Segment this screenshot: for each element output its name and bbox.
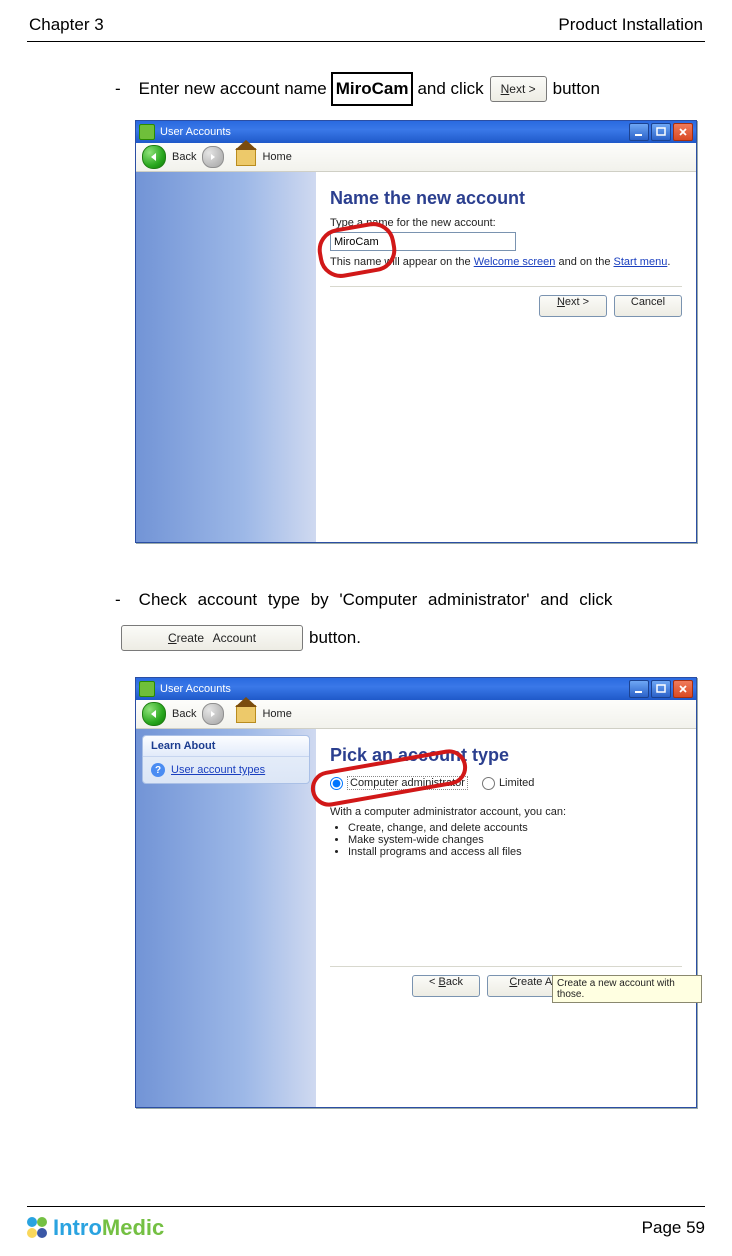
- content-heading: Name the new account: [330, 188, 682, 209]
- back-button[interactable]: < Back: [412, 975, 480, 997]
- learn-about-card: Learn About ? User account types: [142, 735, 310, 784]
- home-label[interactable]: Home: [262, 708, 291, 720]
- page-footer: IntroMedic Page 59: [27, 1204, 705, 1241]
- radio-limited[interactable]: Limited: [482, 777, 534, 790]
- footer-logo: IntroMedic: [27, 1215, 164, 1241]
- back-icon[interactable]: [142, 145, 166, 169]
- bullet-item: Create, change, and delete accounts: [348, 822, 682, 834]
- home-icon[interactable]: [236, 148, 256, 166]
- field-label: Type a name for the new account:: [330, 217, 682, 229]
- window-titlebar: User Accounts: [136, 121, 696, 143]
- home-label[interactable]: Home: [262, 151, 291, 163]
- account-name-input[interactable]: [330, 232, 516, 251]
- radio-admin[interactable]: Computer administrator: [330, 776, 468, 790]
- toolbar: Back Home: [136, 143, 696, 172]
- page-number: Page 59: [642, 1218, 705, 1238]
- window-titlebar: User Accounts: [136, 678, 696, 700]
- tooltip: Create a new account with those.: [552, 975, 702, 1003]
- maximize-button[interactable]: [651, 680, 671, 698]
- step2-suffix: button.: [309, 619, 361, 657]
- content-heading: Pick an account type: [330, 745, 682, 766]
- window-title: User Accounts: [160, 683, 231, 695]
- step1-text-suffix: button: [553, 74, 600, 104]
- close-button[interactable]: [673, 680, 693, 698]
- toolbar: Back Home: [136, 700, 696, 729]
- minimize-button[interactable]: [629, 123, 649, 141]
- maximize-button[interactable]: [651, 123, 671, 141]
- radio-admin-input[interactable]: [330, 777, 343, 790]
- next-button-inline: Next >: [490, 76, 547, 102]
- step1-text-prefix: Enter new account name: [139, 74, 327, 104]
- create-account-button-inline: Create Account: [121, 625, 303, 651]
- forward-icon: [202, 146, 224, 168]
- help-icon: ?: [151, 763, 165, 777]
- sidebar: Learn About ? User account types: [136, 729, 316, 1107]
- section-label: Product Installation: [558, 15, 703, 35]
- bullet-dash: -: [115, 581, 121, 619]
- instruction-step-2: - Check account type by 'Computer admini…: [115, 581, 705, 657]
- window-title: User Accounts: [160, 126, 231, 138]
- next-button[interactable]: Next >: [539, 295, 607, 317]
- close-button[interactable]: [673, 123, 693, 141]
- back-label[interactable]: Back: [172, 708, 196, 720]
- screenshot-name-account: User Accounts Back Home: [135, 120, 697, 543]
- minimize-button[interactable]: [629, 680, 649, 698]
- back-icon[interactable]: [142, 702, 166, 726]
- bullet-item: Make system-wide changes: [348, 834, 682, 846]
- app-icon: [139, 681, 155, 697]
- account-name-boxed: MiroCam: [331, 72, 414, 106]
- step1-text-mid: and click: [417, 74, 483, 104]
- chapter-label: Chapter 3: [29, 15, 104, 35]
- bullet-item: Install programs and access all files: [348, 846, 682, 858]
- cancel-button[interactable]: Cancel: [614, 295, 682, 317]
- welcome-screen-link[interactable]: Welcome screen: [474, 256, 556, 268]
- screenshot-pick-type: User Accounts Back Home: [135, 677, 697, 1108]
- user-account-types-link[interactable]: User account types: [171, 764, 265, 776]
- logo-icon: [27, 1217, 49, 1239]
- radio-limited-input[interactable]: [482, 777, 495, 790]
- learn-about-heading: Learn About: [143, 736, 309, 757]
- app-icon: [139, 124, 155, 140]
- radio-limited-label: Limited: [499, 777, 534, 789]
- hint-text: This name will appear on the Welcome scr…: [330, 256, 682, 268]
- sidebar: [136, 172, 316, 542]
- instruction-step-1: - Enter new account name MiroCam and cli…: [115, 72, 705, 106]
- back-label[interactable]: Back: [172, 151, 196, 163]
- start-menu-link[interactable]: Start menu: [614, 256, 668, 268]
- radio-admin-label: Computer administrator: [347, 776, 468, 790]
- forward-icon: [202, 703, 224, 725]
- step2-text: Check account type by 'Computer administ…: [139, 581, 613, 619]
- home-icon[interactable]: [236, 705, 256, 723]
- account-description: With a computer administrator account, y…: [330, 806, 682, 858]
- bullet-dash: -: [115, 74, 121, 104]
